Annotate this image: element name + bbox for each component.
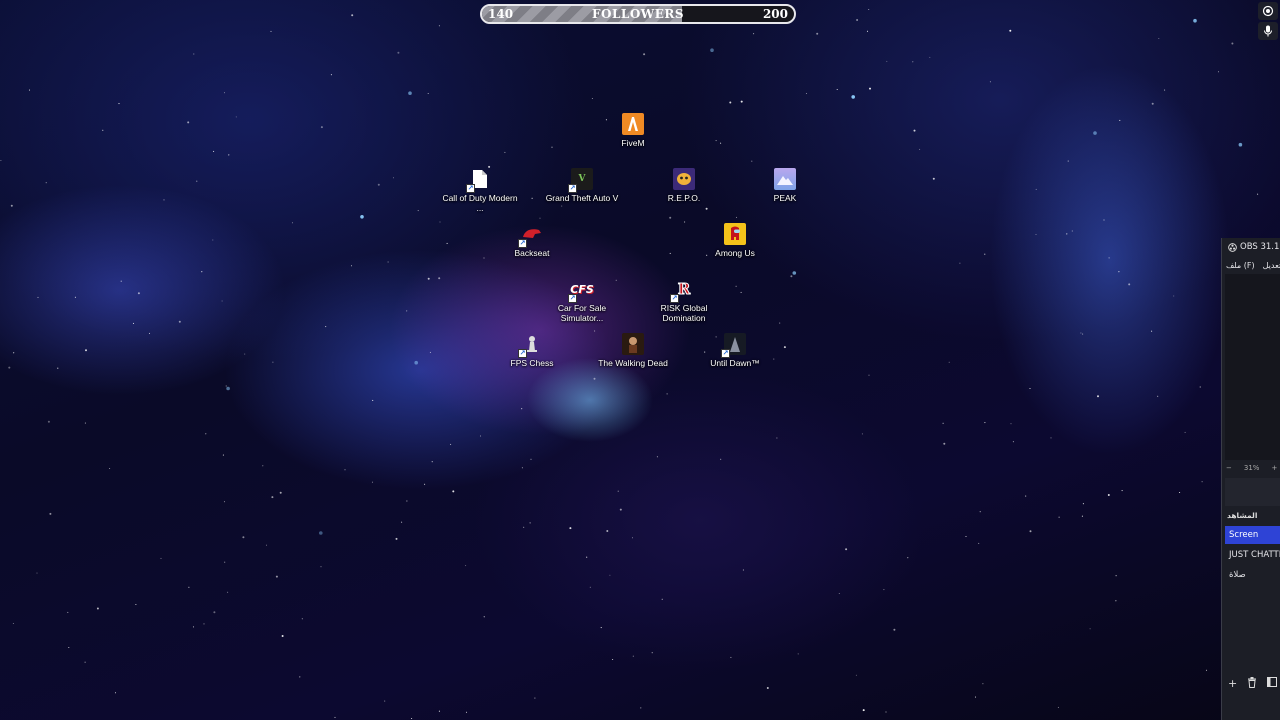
desktop-icon-car-for-sale[interactable]: CFS ↗ Car For Sale Simulator... bbox=[539, 278, 625, 324]
desktop-icon-label: RISK Global Domination bbox=[660, 303, 708, 323]
file-icon: ↗ bbox=[466, 168, 491, 193]
desktop-icon-call-of-duty[interactable]: ↗ Call of Duty Modern ... bbox=[437, 168, 523, 213]
scene-toolbar: + bbox=[1228, 677, 1278, 690]
obs-menu-bar: ملف (F) تعديل bbox=[1226, 261, 1280, 270]
desktop-icon-walking-dead[interactable]: The Walking Dead bbox=[590, 333, 676, 368]
desktop-icon-among-us[interactable]: Among Us bbox=[692, 223, 778, 258]
desktop-icon-label: FPS Chess bbox=[510, 358, 554, 368]
shortcut-arrow-icon: ↗ bbox=[721, 349, 730, 358]
obs-title-bar[interactable]: OBS 31.1.2 bbox=[1228, 242, 1280, 252]
obs-zoom-controls: − 31% + bbox=[1226, 464, 1280, 472]
scene-item-just-chatting[interactable]: JUST CHATTING bbox=[1225, 546, 1280, 564]
trash-icon[interactable] bbox=[1247, 677, 1257, 688]
peak-icon bbox=[774, 168, 796, 190]
menu-item-edit[interactable]: تعديل bbox=[1263, 261, 1280, 270]
among-us-icon bbox=[724, 223, 746, 245]
desktop-icon-label: FiveM bbox=[621, 138, 645, 148]
desktop-icon-peak[interactable]: PEAK bbox=[742, 168, 828, 203]
shortcut-arrow-icon: ↗ bbox=[518, 349, 527, 358]
repo-icon bbox=[673, 168, 695, 190]
microphone-button[interactable] bbox=[1258, 22, 1278, 40]
obs-controls-strip bbox=[1225, 478, 1280, 506]
desktop-icon-label: Among Us bbox=[715, 248, 755, 258]
followers-label: FOLLOWERS bbox=[591, 7, 685, 21]
desktop-icon-label: The Walking Dead bbox=[598, 358, 668, 368]
shortcut-arrow-icon: ↗ bbox=[466, 184, 475, 193]
desktop-icon-fps-chess[interactable]: ↗ FPS Chess bbox=[489, 333, 575, 368]
desktop-icon-repo[interactable]: R.E.P.O. bbox=[641, 168, 727, 203]
zoom-in-button[interactable]: + bbox=[1271, 464, 1277, 472]
desktop-icon-label: Grand Theft Auto V bbox=[545, 193, 619, 203]
record-indicator-button[interactable] bbox=[1258, 2, 1278, 20]
gta-icon: V ↗ bbox=[568, 168, 593, 193]
backseat-icon: ↗ bbox=[518, 223, 543, 248]
desktop-icon-label: PEAK bbox=[773, 193, 797, 203]
followers-goal-bar: FOLLOWERS 140 200 bbox=[480, 4, 796, 24]
desktop-icon-label: R.E.P.O. bbox=[667, 193, 701, 203]
add-scene-icon[interactable]: + bbox=[1228, 677, 1237, 690]
scene-item-prayer[interactable]: صلاة bbox=[1225, 566, 1280, 584]
desktop-icon-gta-v[interactable]: V ↗ Grand Theft Auto V bbox=[539, 168, 625, 203]
until-dawn-icon: ↗ bbox=[721, 333, 746, 358]
cfs-icon: CFS ↗ bbox=[568, 282, 594, 303]
shortcut-arrow-icon: ↗ bbox=[670, 294, 679, 303]
shortcut-arrow-icon: ↗ bbox=[568, 294, 577, 303]
desktop-icon-fivem[interactable]: FiveM bbox=[590, 113, 676, 148]
scene-item-screen[interactable]: Screen bbox=[1225, 526, 1280, 544]
obs-title: OBS 31.1.2 bbox=[1240, 242, 1280, 252]
chess-icon: ↗ bbox=[518, 333, 543, 358]
microphone-icon bbox=[1264, 25, 1272, 37]
shortcut-arrow-icon: ↗ bbox=[568, 184, 577, 193]
desktop-icon-label: Call of Duty Modern ... bbox=[442, 193, 518, 213]
followers-start-count: 140 bbox=[488, 7, 514, 21]
desktop-icon-label: Backseat bbox=[514, 248, 550, 258]
risk-icon: R ↗ bbox=[670, 280, 691, 303]
desktop-icon-label: Until Dawn™ bbox=[710, 358, 760, 368]
obs-window[interactable]: OBS 31.1.2 ملف (F) تعديل − 31% + المشاهد… bbox=[1221, 238, 1280, 720]
scenes-header: المشاهد bbox=[1227, 511, 1258, 520]
desktop-icon-risk[interactable]: R ↗ RISK Global Domination bbox=[641, 278, 727, 324]
zoom-out-button[interactable]: − bbox=[1226, 464, 1232, 472]
fivem-icon bbox=[622, 113, 644, 135]
obs-logo-icon bbox=[1228, 242, 1237, 252]
desktop-icon-until-dawn[interactable]: ↗ Until Dawn™ bbox=[692, 333, 778, 368]
target-icon bbox=[1262, 5, 1274, 17]
shortcut-arrow-icon: ↗ bbox=[518, 239, 527, 248]
zoom-level: 31% bbox=[1243, 464, 1260, 472]
walking-dead-icon bbox=[622, 333, 644, 355]
filter-icon[interactable] bbox=[1267, 677, 1278, 687]
desktop-icon-label: Car For Sale Simulator... bbox=[557, 303, 607, 323]
followers-goal-count: 200 bbox=[762, 7, 788, 21]
desktop-icon-backseat[interactable]: ↗ Backseat bbox=[489, 223, 575, 258]
menu-item-file[interactable]: ملف (F) bbox=[1226, 261, 1255, 270]
obs-preview-area[interactable] bbox=[1225, 274, 1280, 460]
